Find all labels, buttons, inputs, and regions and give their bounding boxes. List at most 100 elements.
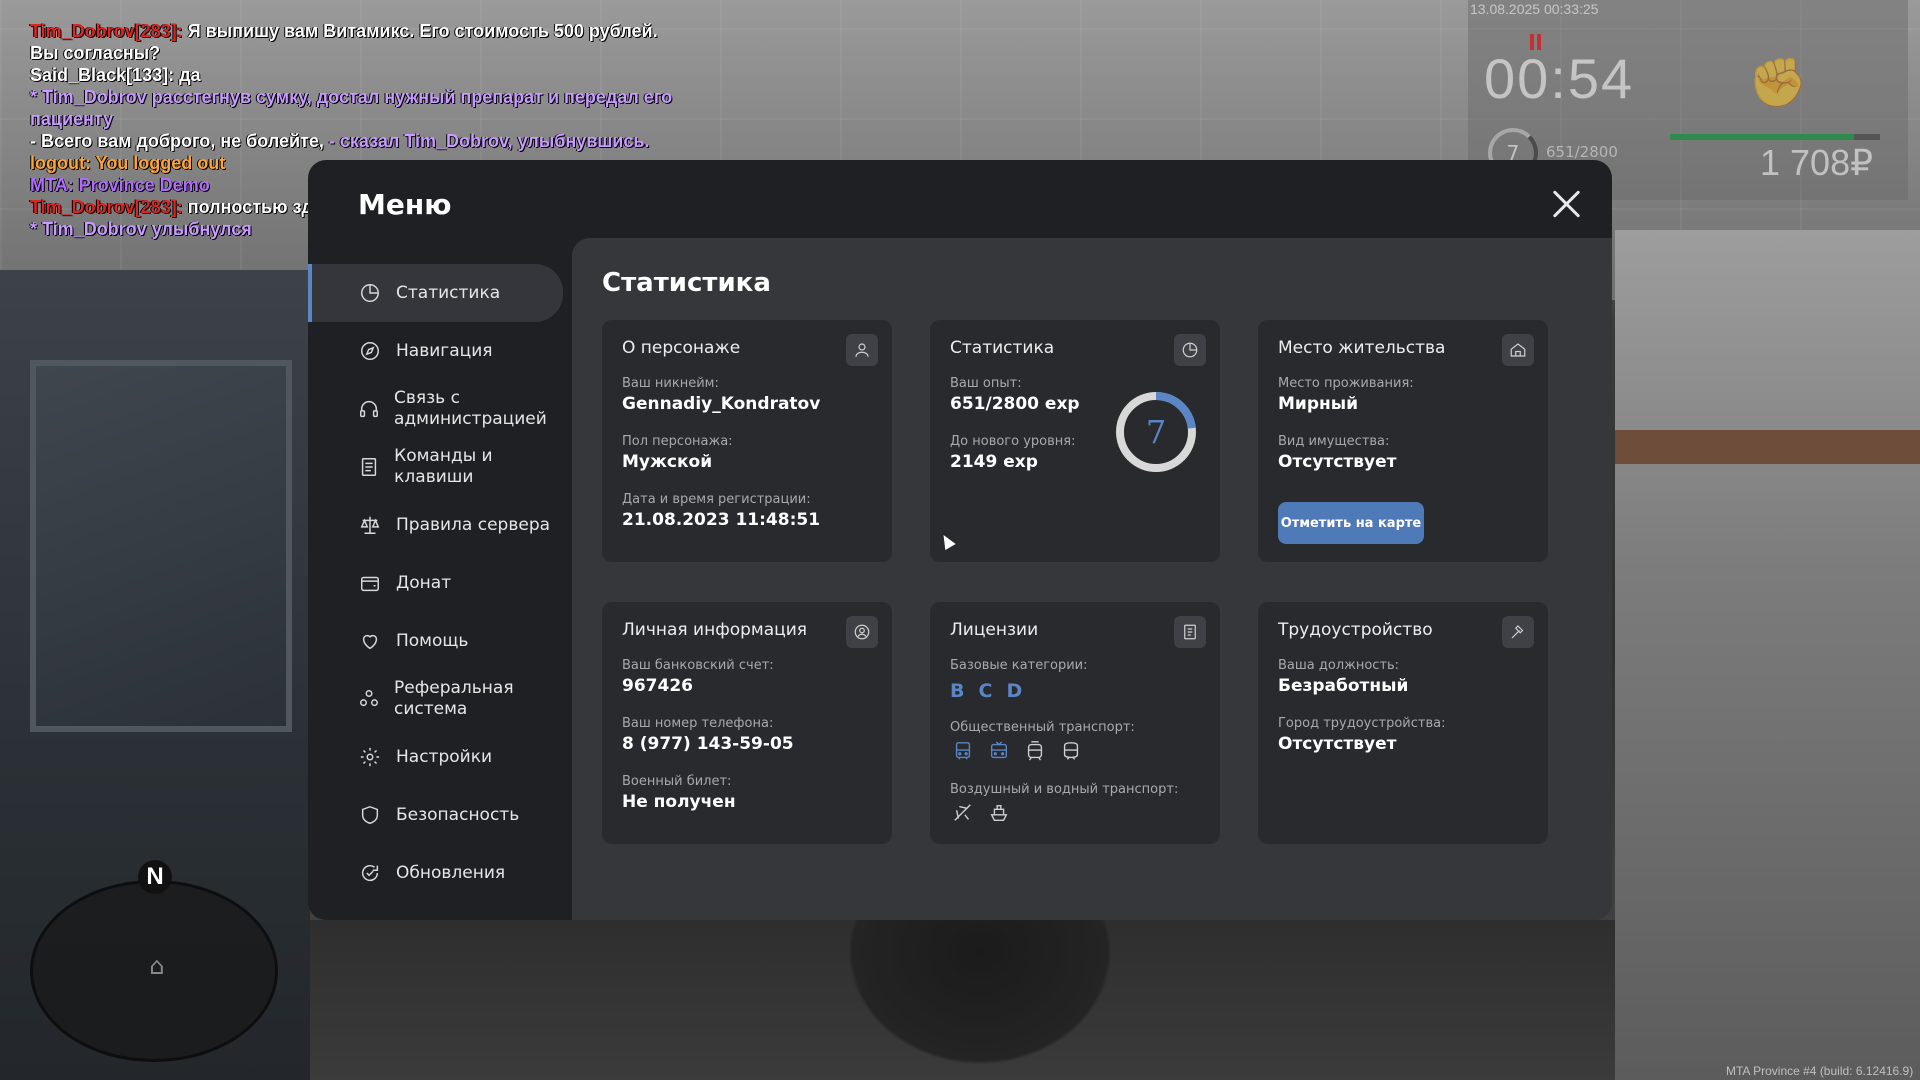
sidebar-item-label: Безопасность <box>396 804 520 825</box>
property-label: Вид имущества: <box>1278 434 1390 449</box>
license-icon <box>1174 616 1206 648</box>
card-licenses: Лицензии Базовые категории: B C D Общест… <box>930 602 1220 844</box>
chat-segment: Said_Black[133]: да <box>30 65 201 85</box>
content-panel: Статистика О персонаже Ваш никнейм: Genn… <box>572 238 1612 920</box>
document-icon <box>358 455 380 479</box>
chat-line: Tim_Dobrov[283]: Я выпишу вам Витамикс. … <box>30 20 790 42</box>
hud-health-bar-fill <box>1670 134 1854 140</box>
category-b: B <box>950 680 965 702</box>
pie-chart-icon <box>358 281 382 305</box>
hud-datetime: 13.08.2025 00:33:25 <box>1470 1 1599 17</box>
people-icon <box>358 687 380 711</box>
card-residence: Место жительства Место проживания: Мирны… <box>1258 320 1548 562</box>
sidebar: Статистика Навигация Связь с администрацие… <box>308 264 563 902</box>
card-employment: Трудоустройство Ваша должность: Безработ… <box>1258 602 1548 844</box>
sidebar-item-6[interactable]: Помощь <box>308 612 563 670</box>
card-title: О персонаже <box>622 338 741 358</box>
chat-segment: пациенту <box>30 109 114 129</box>
sidebar-item-label: Команды и клавиши <box>394 446 493 487</box>
military-value: Не получен <box>622 792 736 812</box>
home-icon: ⌂ <box>149 952 165 980</box>
registration-label: Дата и время регистрации: <box>622 492 811 507</box>
card-title: Трудоустройство <box>1278 620 1433 640</box>
work-city-value: Отсутствует <box>1278 734 1397 754</box>
sidebar-item-label: Правила сервера <box>396 514 551 535</box>
base-categories: B C D <box>950 680 1022 702</box>
chat-segment: - Всего вам доброго, не болейте, <box>30 131 329 151</box>
position-value: Безработный <box>1278 676 1409 696</box>
exp-label: Ваш опыт: <box>950 376 1022 391</box>
sidebar-item-0[interactable]: Статистика <box>308 264 563 322</box>
player-character <box>830 920 1130 1080</box>
content-title: Статистика <box>602 268 771 298</box>
nickname-label: Ваш никнейм: <box>622 376 719 391</box>
chat-segment: Я выпишу вам Витамикс. Его стоимость 500… <box>187 21 658 41</box>
compass-icon <box>358 339 382 363</box>
sidebar-item-7[interactable]: Реферальная система <box>308 670 563 728</box>
shield-icon <box>358 803 382 827</box>
hammer-icon <box>1502 616 1534 648</box>
sidebar-item-4[interactable]: Правила сервера <box>308 496 563 554</box>
card-stats: Статистика Ваш опыт: 651/2800 exp До нов… <box>930 320 1220 562</box>
sidebar-item-label: Настройки <box>396 746 493 767</box>
chat-segment: MTA: Province Demo <box>30 175 210 195</box>
category-c: C <box>978 680 993 702</box>
nickname-value: Gennadiy_Kondratov <box>622 394 821 414</box>
sidebar-item-label: Реферальная система <box>394 678 514 719</box>
user-circle-icon <box>846 616 878 648</box>
house-icon <box>1502 334 1534 366</box>
air-water-transport-icons <box>950 800 1012 826</box>
mark-on-map-button[interactable]: Отметить на карте <box>1278 502 1424 544</box>
scales-icon <box>358 513 382 537</box>
sidebar-item-label: Обновления <box>396 862 506 883</box>
user-icon <box>846 334 878 366</box>
sidebar-item-2[interactable]: Связь с администрацией <box>308 380 563 438</box>
public-transport-label: Общественный транспорт: <box>950 720 1135 735</box>
trolleybus-icon <box>986 738 1012 764</box>
sidebar-item-label: Навигация <box>396 340 493 361</box>
bus-icon <box>950 738 976 764</box>
work-city-label: Город трудоустройства: <box>1278 716 1446 731</box>
military-label: Военный билет: <box>622 774 732 789</box>
chat-segment: Вы согласны? <box>30 43 161 63</box>
hud-money: 1 708₽ <box>1760 142 1873 183</box>
sidebar-item-3[interactable]: Команды и клавиши <box>308 438 563 496</box>
sidebar-item-label: Связь с администрацией <box>394 388 547 429</box>
close-icon[interactable] <box>1550 188 1582 220</box>
sidebar-item-5[interactable]: Донат <box>308 554 563 612</box>
menu-title: Меню <box>358 188 452 221</box>
bank-label: Ваш банковский счет: <box>622 658 774 673</box>
hud-exp: 651/2800 <box>1546 143 1618 161</box>
hud-health-bar <box>1670 134 1880 140</box>
sidebar-item-8[interactable]: Настройки <box>308 728 563 786</box>
public-transport-icons <box>950 738 1084 764</box>
chat-line: пациенту <box>30 108 790 130</box>
card-title: Личная информация <box>622 620 808 640</box>
gear-icon <box>358 745 382 769</box>
ship-icon <box>986 800 1012 826</box>
heart-hand-icon <box>358 629 382 653</box>
sidebar-item-1[interactable]: Навигация <box>308 322 563 380</box>
gender-label: Пол персонажа: <box>622 434 733 449</box>
sidebar-item-10[interactable]: Обновления <box>308 844 563 902</box>
next-level-label: До нового уровня: <box>950 434 1076 449</box>
chat-segment: Tim_Dobrov[283]: <box>30 197 188 217</box>
next-level-value: 2149 exp <box>950 452 1038 472</box>
chat-segment: logout: You logged out <box>30 153 226 173</box>
chat-segment: Tim_Dobrov[283]: <box>30 21 188 41</box>
chat-segment: * Tim_Dobrov улыбнулся <box>30 219 252 239</box>
base-categories-label: Базовые категории: <box>950 658 1088 673</box>
wallet-icon <box>358 571 382 595</box>
sidebar-item-9[interactable]: Безопасность <box>308 786 563 844</box>
card-title: Статистика <box>950 338 1055 358</box>
category-d: D <box>1006 680 1023 702</box>
card-character: О персонаже Ваш никнейм: Gennadiy_Kondra… <box>602 320 892 562</box>
chat-segment: - сказал Tim_Dobrov, улыбнувшись. <box>328 131 650 151</box>
fist-icon: ✊ <box>1748 55 1808 111</box>
card-title: Место жительства <box>1278 338 1446 358</box>
menu-window: Меню Статистика Навигация Связь с админист… <box>308 160 1612 920</box>
refresh-check-icon <box>358 861 382 885</box>
headset-icon <box>358 397 380 421</box>
radar-north-marker: N <box>138 860 172 894</box>
phone-label: Ваш номер телефона: <box>622 716 774 731</box>
